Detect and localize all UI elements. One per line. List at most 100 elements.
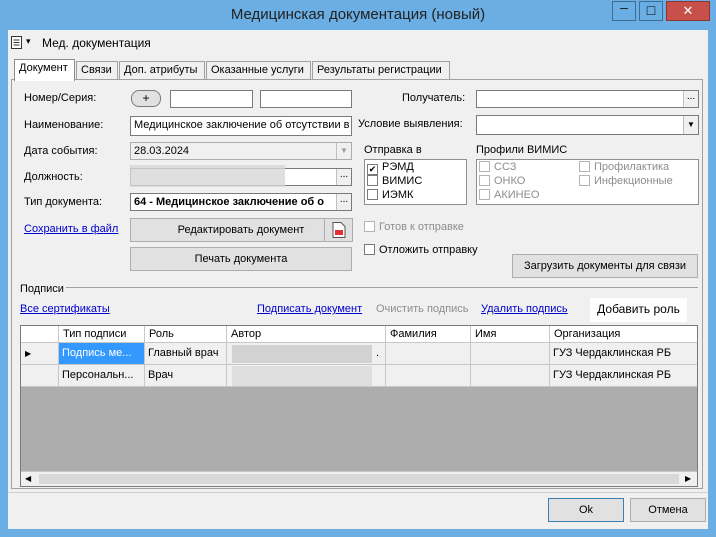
checkbox-box	[367, 189, 378, 200]
save-to-file-link[interactable]: Сохранить в файл	[24, 223, 118, 235]
detection-condition-select[interactable]: ▼	[476, 115, 699, 135]
chevron-down-icon[interactable]: ▾	[26, 36, 31, 47]
series-input[interactable]	[260, 90, 352, 108]
pdf-file-icon	[332, 222, 345, 238]
dialog-client: ▾ Мед. документация Документ Связи Доп. …	[8, 30, 708, 529]
redacted-position	[130, 165, 285, 187]
table-cell-last-name[interactable]	[386, 343, 471, 365]
horizontal-scrollbar[interactable]: ◀ ▶	[21, 471, 697, 486]
number-input[interactable]	[170, 90, 253, 108]
column-header-last-name[interactable]: Фамилия	[386, 326, 471, 343]
send-iemk-label: ИЭМК	[382, 189, 414, 201]
profile-onko-checkbox[interactable]: ОНКО	[479, 175, 525, 187]
ok-button[interactable]: Ok	[548, 498, 624, 522]
checkbox-box	[367, 175, 378, 186]
column-header-organization[interactable]: Организация	[550, 326, 697, 343]
title-bar[interactable]: Медицинская документация (новый) ─ □ ✕	[0, 0, 716, 30]
name-input[interactable]: Медицинское заключение об отсутствии в	[130, 116, 352, 136]
column-header-role[interactable]: Роль	[145, 326, 227, 343]
clear-signature-label: Очистить подпись	[376, 303, 469, 315]
doc-type-browse-button[interactable]: ...	[336, 194, 351, 210]
edit-document-button[interactable]: Редактировать документ	[130, 218, 352, 242]
table-cell-sign-type[interactable]: Персональн...	[59, 365, 145, 387]
postpone-send-label: Отложить отправку	[379, 244, 478, 256]
tab-links[interactable]: Связи	[76, 61, 118, 80]
profile-onko-label: ОНКО	[494, 175, 526, 187]
postpone-send-checkbox[interactable]: Отложить отправку	[364, 244, 478, 256]
event-date-label: Дата события:	[24, 145, 98, 157]
scroll-right-icon[interactable]: ▶	[685, 474, 691, 483]
ready-to-send-label: Готов к отправке	[379, 221, 464, 233]
recipient-input[interactable]: ...	[476, 90, 699, 108]
tab-services[interactable]: Оказанные услуги	[206, 61, 311, 80]
send-remd-checkbox[interactable]: ✔ РЭМД	[367, 161, 414, 175]
detection-condition-label: Условие выявления:	[358, 118, 463, 130]
table-cell-sign-type[interactable]: Подпись ме...	[59, 343, 145, 365]
column-header-first-name[interactable]: Имя	[471, 326, 550, 343]
vimis-profiles-label: Профили ВИМИС	[476, 144, 568, 156]
profile-infectious-checkbox[interactable]: Инфекционные	[579, 175, 673, 187]
tab-extra-attributes[interactable]: Доп. атрибуты	[119, 61, 205, 80]
sign-document-link[interactable]: Подписать документ	[257, 303, 362, 315]
check-icon: ✔	[367, 164, 378, 175]
name-label: Наименование:	[24, 119, 104, 131]
row-marker[interactable]	[21, 365, 59, 387]
tab-registration-results[interactable]: Результаты регистрации	[312, 61, 450, 80]
table-cell-organization[interactable]: ГУЗ Чердаклинская РБ	[550, 365, 697, 387]
scroll-thumb[interactable]	[39, 474, 679, 484]
table-cell-first-name[interactable]	[471, 343, 550, 365]
chevron-down-icon[interactable]: ▼	[683, 116, 698, 134]
grid-corner	[21, 326, 59, 343]
event-date-picker[interactable]: 28.03.2024 ▼	[130, 142, 352, 160]
table-cell-first-name[interactable]	[471, 365, 550, 387]
profile-akineo-checkbox[interactable]: АКИНЕО	[479, 189, 540, 201]
load-linked-docs-button[interactable]: Загрузить документы для связи	[512, 254, 698, 278]
minimize-button[interactable]: ─	[612, 1, 636, 21]
profile-ssz-checkbox[interactable]: ССЗ	[479, 161, 516, 173]
cancel-button[interactable]: Отмена	[630, 498, 706, 522]
table-cell-last-name[interactable]	[386, 365, 471, 387]
profile-prevention-checkbox[interactable]: Профилактика	[579, 161, 669, 173]
print-document-button[interactable]: Печать документа	[130, 247, 352, 271]
pdf-file-button[interactable]	[324, 218, 353, 242]
chevron-down-icon[interactable]: ▼	[336, 143, 351, 159]
maximize-button[interactable]: □	[639, 1, 663, 21]
row-marker[interactable]: ▶	[21, 343, 59, 365]
add-role-button[interactable]: Добавить роль	[590, 298, 687, 322]
checkbox-box	[479, 189, 490, 200]
menu-med-docs[interactable]: Мед. документация	[42, 36, 151, 50]
redacted-author	[232, 366, 372, 386]
send-to-box: ✔ РЭМД ВИМИС ИЭМК	[364, 159, 467, 205]
position-label: Должность:	[24, 171, 83, 183]
profile-prevention-label: Профилактика	[594, 161, 670, 173]
table-cell-role[interactable]: Врач	[145, 365, 227, 387]
doc-type-input[interactable]: 64 - Медицинское заключение об о ...	[130, 193, 352, 211]
column-header-sign-type[interactable]: Тип подписи	[59, 326, 145, 343]
number-series-label: Номер/Серия:	[24, 92, 97, 104]
send-to-label: Отправка в	[364, 144, 422, 156]
all-certificates-link[interactable]: Все сертификаты	[20, 303, 110, 315]
send-vimis-checkbox[interactable]: ВИМИС	[367, 175, 422, 187]
send-iemk-checkbox[interactable]: ИЭМК	[367, 189, 413, 201]
checkbox-box	[479, 161, 490, 172]
document-icon[interactable]	[11, 36, 23, 49]
table-cell-organization[interactable]: ГУЗ Чердаклинская РБ	[550, 343, 697, 365]
position-browse-button[interactable]: ...	[336, 169, 351, 185]
close-button[interactable]: ✕	[666, 1, 710, 21]
window-title: Медицинская документация (новый)	[230, 6, 486, 23]
recipient-browse-button[interactable]: ...	[683, 91, 698, 107]
redacted-author	[232, 345, 372, 363]
table-cell-role[interactable]: Главный врач	[145, 343, 227, 365]
send-remd-label: РЭМД	[382, 161, 414, 173]
doc-type-value: 64 - Медицинское заключение об о	[134, 196, 324, 208]
ready-to-send-checkbox[interactable]: Готов к отправке	[364, 221, 464, 233]
scroll-left-icon[interactable]: ◀	[25, 474, 31, 483]
checkbox-box	[479, 175, 490, 186]
delete-signature-link[interactable]: Удалить подпись	[481, 303, 568, 315]
tab-document[interactable]: Документ	[14, 59, 75, 81]
profile-infectious-label: Инфекционные	[594, 175, 673, 187]
checkbox-box	[579, 161, 590, 172]
add-number-button[interactable]: +	[131, 90, 161, 107]
signatures-group-label: Подписи	[18, 283, 66, 295]
column-header-author[interactable]: Автор	[227, 326, 386, 343]
